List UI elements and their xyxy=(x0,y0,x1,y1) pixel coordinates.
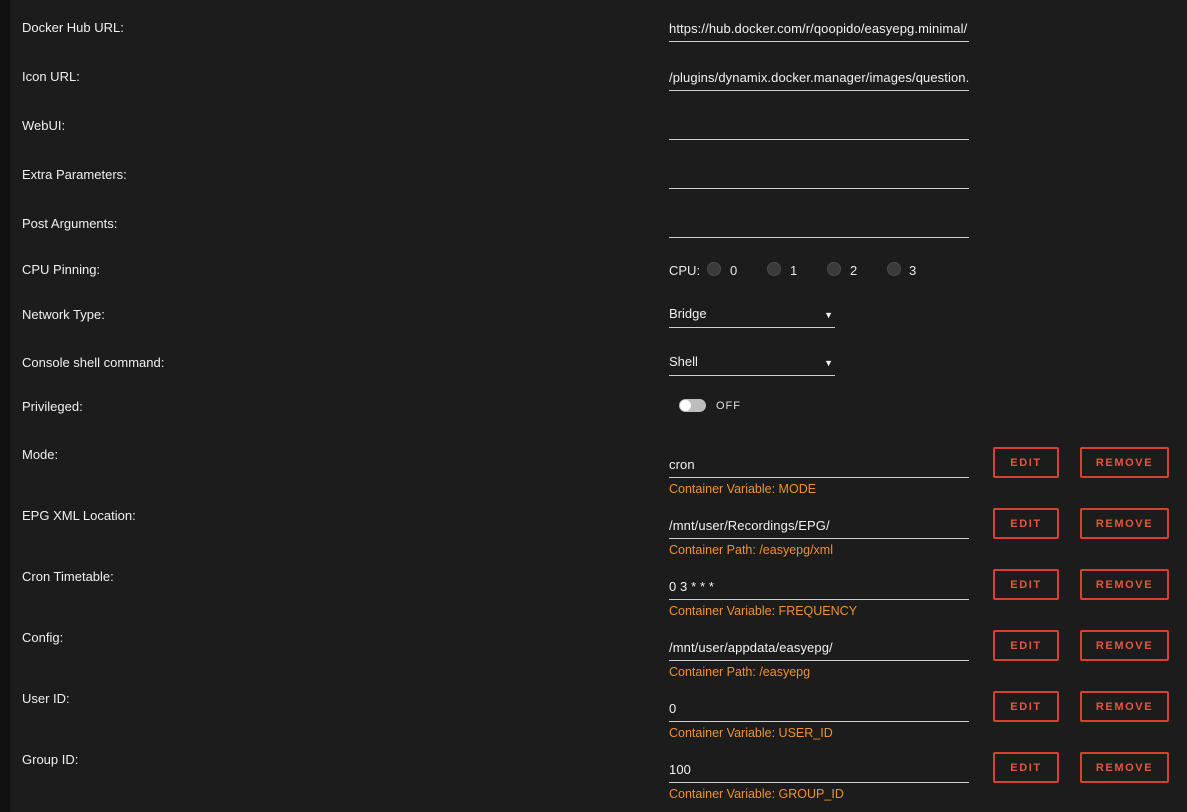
config-item-description: Container Variable: USER_ID xyxy=(669,726,833,740)
privileged-state: OFF xyxy=(716,400,741,412)
webui-label: WebUI: xyxy=(22,118,66,133)
edit-button[interactable]: EDIT xyxy=(993,752,1059,783)
config-item-input[interactable]: 100 xyxy=(669,757,969,783)
docker-hub-url-input[interactable]: https://hub.docker.com/r/qoopido/easyepg… xyxy=(669,16,969,42)
config-item-value: 100 xyxy=(669,762,691,777)
config-item-label: EPG XML Location: xyxy=(22,508,136,523)
config-item-input[interactable]: cron xyxy=(669,452,969,478)
remove-button[interactable]: REMOVE xyxy=(1080,508,1169,539)
cpu-1-label: 1 xyxy=(790,263,798,278)
config-item-value: /mnt/user/appdata/easyepg/ xyxy=(669,640,833,655)
icon-url-value: /plugins/dynamix.docker.manager/images/q… xyxy=(669,70,969,85)
remove-button[interactable]: REMOVE xyxy=(1080,752,1169,783)
config-item-description: Container Path: /easyepg/xml xyxy=(669,543,833,557)
config-item-description: Container Variable: GROUP_ID xyxy=(669,787,844,801)
network-type-label: Network Type: xyxy=(22,307,105,322)
config-item-input[interactable]: /mnt/user/appdata/easyepg/ xyxy=(669,635,969,661)
remove-button[interactable]: REMOVE xyxy=(1080,569,1169,600)
edit-button[interactable]: EDIT xyxy=(993,447,1059,478)
extra-parameters-label: Extra Parameters: xyxy=(22,167,127,182)
edit-button[interactable]: EDIT xyxy=(993,630,1059,661)
console-shell-select[interactable]: Shell ▼ xyxy=(669,353,835,376)
chevron-down-icon: ▼ xyxy=(824,310,833,320)
post-arguments-input[interactable] xyxy=(669,212,969,238)
cpu-1-checkbox[interactable] xyxy=(767,262,781,276)
config-item-description: Container Path: /easyepg xyxy=(669,665,811,679)
network-type-select[interactable]: Bridge ▼ xyxy=(669,305,835,328)
edit-button[interactable]: EDIT xyxy=(993,569,1059,600)
icon-url-input[interactable]: /plugins/dynamix.docker.manager/images/q… xyxy=(669,65,969,91)
config-item-value: 0 3 * * * xyxy=(669,579,714,594)
remove-button[interactable]: REMOVE xyxy=(1080,447,1169,478)
chevron-down-icon: ▼ xyxy=(824,358,833,368)
privileged-label: Privileged: xyxy=(22,399,83,414)
remove-button[interactable]: REMOVE xyxy=(1080,691,1169,722)
config-item-value: /mnt/user/Recordings/EPG/ xyxy=(669,518,830,533)
config-item-label: Config: xyxy=(22,630,64,645)
edit-button[interactable]: EDIT xyxy=(993,508,1059,539)
post-arguments-label: Post Arguments: xyxy=(22,216,118,231)
network-type-value: Bridge xyxy=(669,306,707,321)
console-shell-label: Console shell command: xyxy=(22,355,165,370)
config-item-value: 0 xyxy=(669,701,677,716)
config-item-input[interactable]: /mnt/user/Recordings/EPG/ xyxy=(669,513,969,539)
config-item-description: Container Variable: FREQUENCY xyxy=(669,604,858,618)
cpu-prefix-label: CPU: xyxy=(669,263,701,278)
cpu-pinning-label: CPU Pinning: xyxy=(22,262,101,277)
icon-url-label: Icon URL: xyxy=(22,69,80,84)
config-item-label: Group ID: xyxy=(22,752,79,767)
extra-parameters-input[interactable] xyxy=(669,163,969,189)
config-item-label: Cron Timetable: xyxy=(22,569,114,584)
webui-input[interactable] xyxy=(669,114,969,140)
config-item-label: Mode: xyxy=(22,447,59,462)
edit-button[interactable]: EDIT xyxy=(993,691,1059,722)
cpu-3-checkbox[interactable] xyxy=(887,262,901,276)
config-item-input[interactable]: 0 xyxy=(669,696,969,722)
cpu-2-checkbox[interactable] xyxy=(827,262,841,276)
toggle-knob xyxy=(680,400,691,411)
privileged-toggle[interactable] xyxy=(679,399,706,412)
cpu-0-label: 0 xyxy=(730,263,738,278)
config-item-value: cron xyxy=(669,457,695,472)
docker-hub-url-label: Docker Hub URL: xyxy=(22,20,124,35)
console-shell-value: Shell xyxy=(669,354,698,369)
config-item-label: User ID: xyxy=(22,691,70,706)
docker-hub-url-value: https://hub.docker.com/r/qoopido/easyepg… xyxy=(669,21,968,36)
cpu-2-label: 2 xyxy=(850,263,858,278)
cpu-3-label: 3 xyxy=(909,263,917,278)
config-item-input[interactable]: 0 3 * * * xyxy=(669,574,969,600)
cpu-0-checkbox[interactable] xyxy=(707,262,721,276)
config-item-description: Container Variable: MODE xyxy=(669,482,817,496)
remove-button[interactable]: REMOVE xyxy=(1080,630,1169,661)
